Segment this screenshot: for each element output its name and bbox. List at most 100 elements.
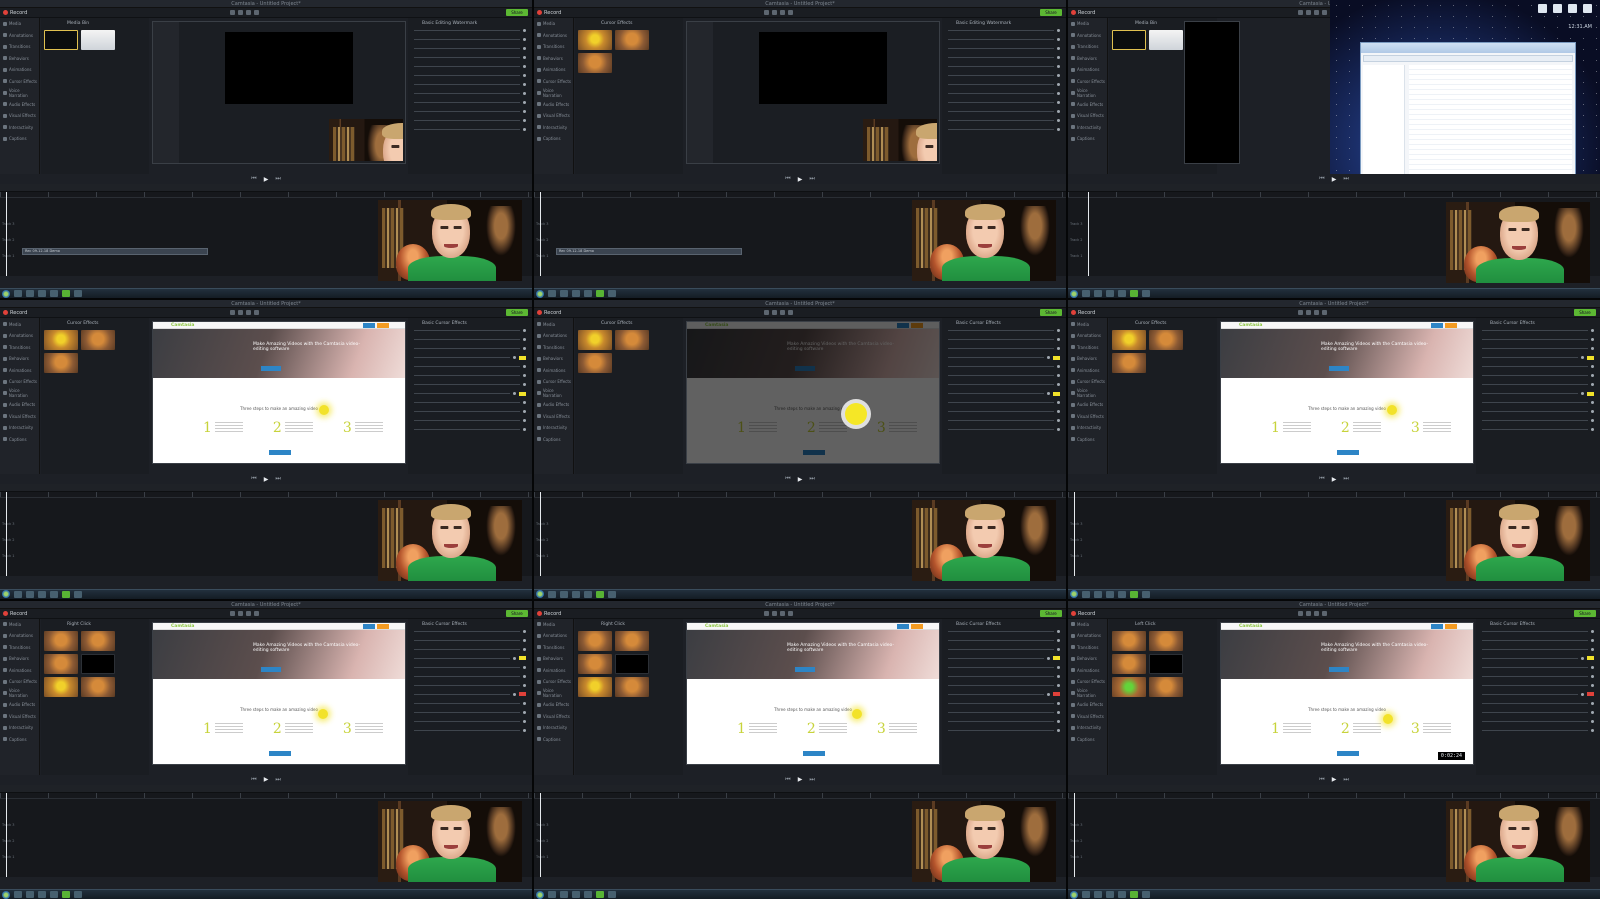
sidebar-item[interactable]: Interactivity (1068, 422, 1107, 434)
sidebar-item[interactable]: Transitions (534, 341, 573, 353)
slider-knob[interactable] (523, 410, 526, 414)
sidebar-item[interactable]: Transitions (1068, 41, 1107, 53)
property-slider[interactable] (948, 326, 1060, 335)
sidebar-item[interactable]: Visual Effects (534, 410, 573, 422)
desktop-shortcut-icon[interactable] (1583, 4, 1592, 13)
taskbar-app-icon[interactable] (1130, 290, 1138, 298)
property-slider[interactable] (414, 116, 526, 125)
property-slider[interactable] (414, 407, 526, 416)
sidebar-item[interactable]: Cursor Effects (534, 76, 573, 88)
slider-knob[interactable] (1591, 683, 1594, 687)
share-button[interactable]: Share (1574, 309, 1596, 317)
property-slider[interactable] (1482, 726, 1594, 735)
sidebar-item[interactable]: Interactivity (0, 122, 39, 134)
property-slider[interactable] (414, 398, 526, 407)
property-slider[interactable] (1482, 663, 1594, 672)
effect-thumbnail[interactable] (81, 30, 115, 50)
record-button[interactable]: Record (1071, 10, 1095, 16)
sidebar-item[interactable]: Behaviors (1068, 53, 1107, 65)
property-slider[interactable] (414, 690, 526, 699)
slider-knob[interactable] (1591, 401, 1594, 405)
taskbar-app-icon[interactable] (62, 590, 70, 598)
taskbar-app-icon[interactable] (1142, 290, 1150, 298)
taskbar-app-icon[interactable] (1118, 891, 1126, 898)
effect-thumbnail[interactable] (81, 630, 115, 651)
effect-thumbnail[interactable] (44, 676, 78, 697)
slider-knob[interactable] (523, 92, 526, 95)
sidebar-item[interactable]: Captions (534, 433, 573, 445)
taskbar-app-icon[interactable] (608, 891, 616, 898)
sidebar-item[interactable]: Annotations (1068, 30, 1107, 42)
sidebar-item[interactable]: Voice Narration (534, 387, 573, 399)
property-slider[interactable] (414, 681, 526, 690)
sidebar-item[interactable]: Cursor Effects (1068, 376, 1107, 388)
slider-knob[interactable] (513, 392, 516, 396)
property-slider[interactable] (948, 107, 1060, 116)
effect-thumbnail[interactable] (1112, 353, 1146, 374)
sidebar-item[interactable]: Behaviors (0, 353, 39, 365)
timeline-playhead[interactable] (540, 792, 541, 877)
property-slider[interactable] (414, 654, 526, 663)
sidebar-item[interactable]: Transitions (534, 642, 573, 654)
slider-knob[interactable] (523, 38, 526, 41)
property-slider[interactable] (414, 645, 526, 654)
effect-thumbnail[interactable] (81, 330, 115, 351)
toolbar-tool-icon[interactable] (246, 610, 251, 616)
property-slider[interactable] (414, 362, 526, 371)
taskbar-app-icon[interactable] (1142, 891, 1150, 898)
slider-knob[interactable] (523, 674, 526, 678)
taskbar-app-icon[interactable] (560, 891, 568, 898)
slider-knob[interactable] (523, 647, 526, 651)
slider-knob[interactable] (1591, 419, 1594, 423)
property-slider[interactable] (414, 708, 526, 717)
taskbar-app-icon[interactable] (38, 590, 46, 598)
effect-thumbnail[interactable] (44, 653, 78, 674)
timeline-playhead[interactable] (540, 192, 541, 276)
sidebar-item[interactable]: Media (0, 619, 39, 631)
property-slider[interactable] (414, 35, 526, 44)
sidebar-item[interactable]: Voice Narration (0, 688, 39, 700)
property-slider[interactable] (1482, 371, 1594, 380)
sidebar-item[interactable]: Captions (1068, 734, 1107, 746)
play-icon[interactable]: ▶ (1332, 176, 1337, 183)
play-icon[interactable]: ▶ (798, 176, 803, 183)
start-icon[interactable] (536, 890, 544, 899)
slider-knob[interactable] (513, 692, 516, 696)
play-icon[interactable]: ▶ (1332, 476, 1337, 483)
timeline-clip[interactable]: Rec 09-12-18 Demo (22, 248, 208, 255)
color-swatch[interactable] (1587, 656, 1594, 661)
slider-knob[interactable] (1057, 719, 1060, 723)
sidebar-item[interactable]: Annotations (534, 330, 573, 342)
slider-knob[interactable] (523, 56, 526, 59)
sidebar-item[interactable]: Audio Effects (1068, 699, 1107, 711)
color-swatch[interactable] (519, 656, 526, 661)
taskbar-app-icon[interactable] (1094, 590, 1102, 598)
effect-thumbnail[interactable] (578, 676, 612, 697)
slider-knob[interactable] (523, 374, 526, 378)
toolbar-tool-icon[interactable] (780, 10, 785, 15)
property-slider[interactable] (948, 663, 1060, 672)
color-swatch[interactable] (519, 692, 526, 697)
property-slider[interactable] (948, 645, 1060, 654)
slider-knob[interactable] (1057, 329, 1060, 333)
effect-thumbnail[interactable] (81, 653, 115, 674)
property-slider[interactable] (414, 98, 526, 107)
effect-thumbnail[interactable] (615, 30, 649, 50)
property-slider[interactable] (1482, 353, 1594, 362)
share-button[interactable]: Share (1040, 609, 1062, 617)
property-slider[interactable] (948, 71, 1060, 80)
sidebar-item[interactable]: Animations (534, 665, 573, 677)
property-slider[interactable] (948, 62, 1060, 71)
sidebar-item[interactable]: Cursor Effects (0, 76, 39, 88)
sidebar-item[interactable]: Visual Effects (1068, 110, 1107, 122)
taskbar-app-icon[interactable] (584, 891, 592, 898)
desktop-shortcut-icon[interactable] (1568, 4, 1577, 13)
property-slider[interactable] (948, 125, 1060, 134)
slider-knob[interactable] (523, 110, 526, 113)
sidebar-item[interactable]: Audio Effects (1068, 99, 1107, 111)
forward-icon[interactable]: ⏭ (809, 776, 814, 784)
slider-knob[interactable] (1591, 674, 1594, 678)
property-slider[interactable] (1482, 425, 1594, 434)
taskbar-app-icon[interactable] (584, 290, 592, 298)
toolbar-tool-icon[interactable] (1322, 10, 1327, 15)
